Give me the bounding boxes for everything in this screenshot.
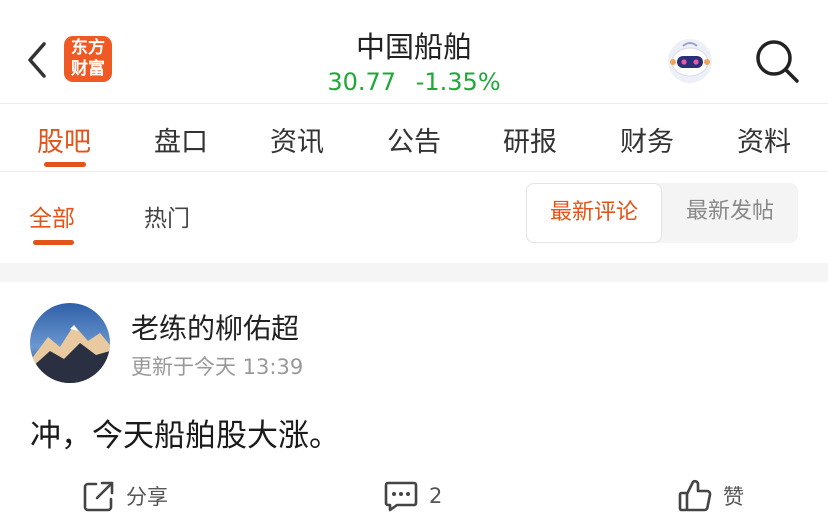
sort-latest-comment-button[interactable]: 最新评论: [526, 183, 662, 243]
thumbs-up-icon: [678, 479, 712, 512]
robot-assistant-icon[interactable]: [665, 36, 715, 86]
stock-change: -1.35%: [415, 68, 501, 96]
tab-pankou[interactable]: 盘口: [136, 120, 226, 159]
like-button[interactable]: 赞: [677, 474, 744, 518]
tab-finance[interactable]: 财务: [602, 120, 692, 159]
tab-news[interactable]: 资讯: [252, 120, 342, 159]
share-button[interactable]: 分享: [82, 474, 168, 518]
post-author[interactable]: 老练的柳佑超: [131, 307, 299, 347]
subtab-all[interactable]: 全部: [29, 199, 75, 233]
comment-count: 2: [429, 484, 443, 508]
subtab-hot[interactable]: 热门: [144, 199, 190, 233]
post-time: 更新于今天 13:39: [131, 355, 304, 379]
tab-research[interactable]: 研报: [485, 120, 575, 159]
active-tab-indicator: [44, 162, 86, 167]
post-content[interactable]: 冲，今天船舶股大涨。: [30, 410, 340, 455]
tab-announcements[interactable]: 公告: [369, 120, 459, 159]
primary-tabs: 股吧 盘口 资讯 公告 研报 财务 资料: [0, 104, 828, 172]
comment-button[interactable]: 2: [383, 474, 442, 518]
sort-toggle: 最新评论 最新发帖: [526, 183, 798, 243]
like-label: 赞: [723, 485, 744, 509]
tab-guba[interactable]: 股吧: [19, 120, 109, 159]
filter-bar: 全部 热门 最新评论 最新发帖: [0, 173, 828, 263]
share-icon: [83, 481, 114, 512]
comment-icon: [384, 481, 418, 512]
stock-price: 30.77: [327, 68, 397, 96]
sort-latest-post-button[interactable]: 最新发帖: [662, 183, 798, 243]
avatar[interactable]: [30, 303, 110, 383]
share-label: 分享: [126, 485, 168, 509]
search-icon[interactable]: [752, 36, 802, 86]
tab-profile[interactable]: 资料: [719, 120, 809, 159]
top-bar: 东方 财富 中国船舶 30.77 -1.35%: [0, 0, 828, 104]
active-subtab-indicator: [33, 240, 74, 245]
section-divider: [0, 263, 828, 282]
